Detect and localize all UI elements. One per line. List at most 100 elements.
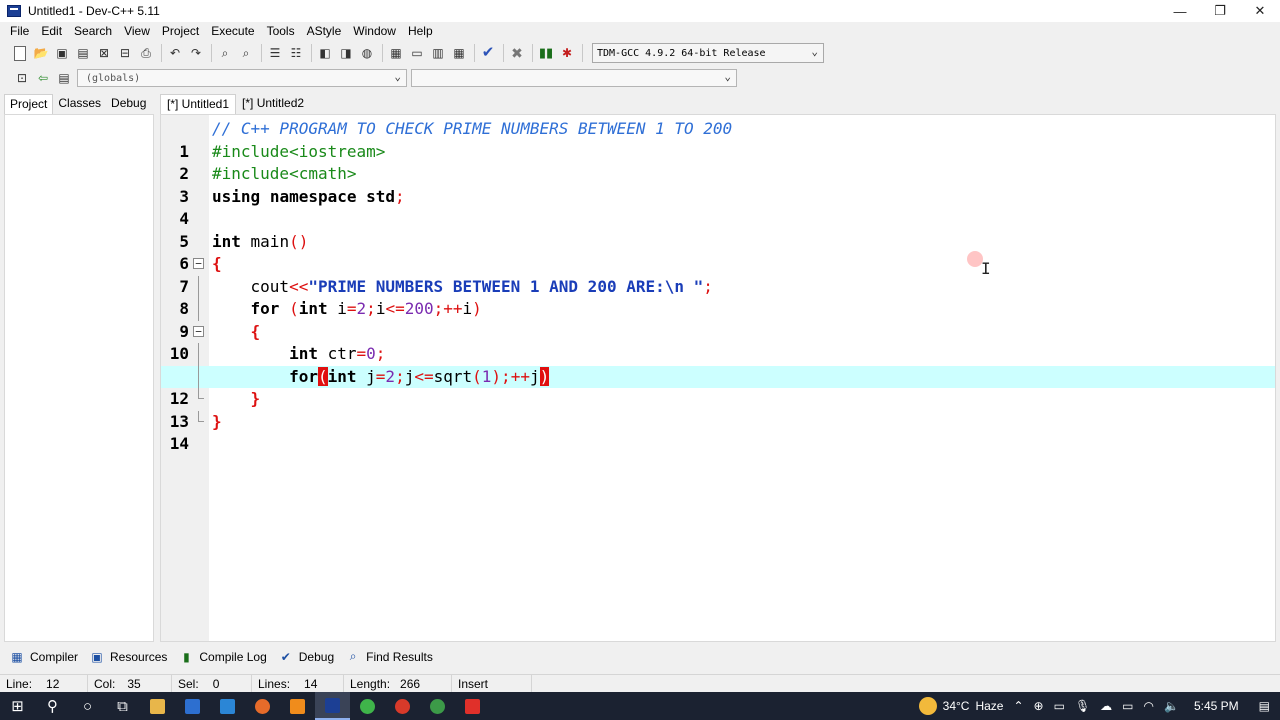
new-file-icon[interactable]	[12, 45, 28, 61]
menu-search[interactable]: Search	[68, 22, 118, 41]
cortana-icon[interactable]: ○	[70, 692, 105, 720]
tab-untitled2[interactable]: [*] Untitled2	[236, 94, 310, 114]
goto-definition-icon[interactable]: ⇦	[35, 70, 51, 86]
cloud-icon[interactable]: ☁	[1095, 699, 1117, 713]
code-line[interactable]: 10 − {	[161, 321, 1275, 364]
battery-icon[interactable]: ▭	[1117, 699, 1138, 713]
save-icon[interactable]: ▣	[54, 45, 70, 61]
pinned-app-icon[interactable]	[280, 692, 315, 720]
store-icon[interactable]	[175, 692, 210, 720]
tab-untitled1[interactable]: [*] Untitled1	[160, 94, 237, 114]
menu-tools[interactable]: Tools	[261, 22, 301, 41]
video-icon[interactable]: ▭	[1049, 699, 1070, 713]
code-line[interactable]: 8 cout<<"PRIME NUMBERS BETWEEN 1 AND 200…	[161, 275, 1275, 318]
code-line-current[interactable]: 12 for(int j=2;j<=sqrt(1);++j)	[161, 365, 1275, 408]
undo-icon[interactable]: ↶	[167, 45, 183, 61]
code-line[interactable]: 11 int ctr=0;	[161, 343, 1275, 386]
grid-icon[interactable]: ▦	[451, 45, 467, 61]
fold-collapse-icon[interactable]: −	[193, 258, 204, 269]
class-view-icon[interactable]: ▤	[56, 70, 72, 86]
restore-button[interactable]: ❐	[1200, 0, 1240, 22]
project-options-icon[interactable]: ▭	[409, 45, 425, 61]
minimize-button[interactable]: —	[1160, 0, 1200, 22]
debug-bug-icon[interactable]: ✱	[559, 45, 575, 61]
menu-window[interactable]: Window	[347, 22, 402, 41]
open-file-icon[interactable]: 📂	[33, 45, 49, 61]
stop-execution-icon[interactable]: ✖	[509, 45, 525, 61]
code-line[interactable]: 7 − {	[161, 253, 1275, 296]
code-symbol: ;	[395, 186, 405, 206]
close-file-icon[interactable]: ⊠	[96, 45, 112, 61]
code-line[interactable]: 14 }	[161, 410, 1275, 453]
find-icon[interactable]: ⌕	[217, 45, 233, 61]
mail-icon[interactable]	[210, 692, 245, 720]
fold-collapse-icon[interactable]: −	[193, 325, 204, 337]
indent-icon[interactable]: ☰	[267, 45, 283, 61]
clock[interactable]: 5:45 PM	[1184, 699, 1249, 713]
microphone-icon[interactable]: 🎙	[1070, 699, 1095, 713]
file-explorer-icon[interactable]	[140, 692, 175, 720]
video-app-icon[interactable]	[455, 692, 490, 720]
menu-edit[interactable]: Edit	[35, 22, 68, 41]
whatsapp-icon[interactable]	[350, 692, 385, 720]
chevron-up-icon[interactable]: ⌃	[1008, 699, 1028, 713]
code-line[interactable]: 6 int main()	[161, 231, 1275, 274]
volume-icon[interactable]: 🔈	[1159, 699, 1184, 713]
print-icon[interactable]: ⎙	[138, 45, 154, 61]
member-select[interactable]: ⌄	[411, 69, 737, 87]
menu-astyle[interactable]: AStyle	[301, 22, 348, 41]
task-view-icon[interactable]: ⧉	[105, 692, 140, 720]
red-app-icon[interactable]	[385, 692, 420, 720]
menu-help[interactable]: Help	[402, 22, 439, 41]
code-line[interactable]: 9 for (int i=2;i<=200;++i)	[161, 298, 1275, 341]
compiler-select[interactable]: TDM-GCC 4.9.2 64-bit Release ⌄	[592, 43, 824, 63]
tab-compile-log[interactable]: ▮ Compile Log	[173, 646, 272, 667]
chrome-icon[interactable]	[420, 692, 455, 720]
insert-icon[interactable]: ▥	[430, 45, 446, 61]
network-icon[interactable]: ⊕	[1029, 699, 1049, 713]
comment-icon[interactable]: ◍	[359, 45, 375, 61]
code-line[interactable]: 5	[161, 208, 1275, 251]
code-number: 2	[385, 366, 396, 386]
compile-icon[interactable]: ✔	[480, 45, 496, 61]
menu-file[interactable]: File	[4, 22, 35, 41]
redo-icon[interactable]: ↷	[188, 45, 204, 61]
scope-select[interactable]: (globals) ⌄	[77, 69, 407, 87]
code-line[interactable]: 1 // C++ PROGRAM TO CHECK PRIME NUMBERS …	[161, 118, 1275, 161]
wifi-icon[interactable]: ◠	[1139, 699, 1159, 713]
search-icon[interactable]: ⚲	[35, 692, 70, 720]
code-line[interactable]: 3 #include<cmath>	[161, 163, 1275, 206]
code-line[interactable]: 4 using namespace std;	[161, 186, 1275, 229]
profile-chart-icon[interactable]: ▮▮	[538, 45, 554, 61]
weather-widget[interactable]: 34°C Haze	[914, 697, 1009, 715]
toggle-bookmark-icon[interactable]: ◧	[317, 45, 333, 61]
tab-find-results[interactable]: ⌕ Find Results	[340, 646, 439, 667]
unindent-icon[interactable]: ☷	[288, 45, 304, 61]
tab-compiler[interactable]: ▦ Compiler	[4, 646, 84, 667]
save-all-icon[interactable]: ▤	[75, 45, 91, 61]
code-brace: {	[250, 321, 261, 341]
menu-project[interactable]: Project	[156, 22, 205, 41]
firefox-icon[interactable]	[245, 692, 280, 720]
devcpp-taskbar-icon[interactable]	[315, 692, 350, 720]
tab-classes[interactable]: Classes	[53, 94, 106, 114]
replace-icon[interactable]: ⌕	[238, 45, 254, 61]
tab-debug[interactable]: Debug	[106, 94, 151, 114]
goto-declaration-icon[interactable]: ⊡	[14, 70, 30, 86]
menu-view[interactable]: View	[118, 22, 156, 41]
windows-start-icon[interactable]: ⊞	[0, 692, 35, 720]
new-class-icon[interactable]: ▦	[388, 45, 404, 61]
tab-project[interactable]: Project	[4, 94, 54, 114]
tab-resources[interactable]: ▣ Resources	[84, 646, 173, 667]
code-identifier: j	[356, 366, 376, 386]
status-bar: Line: 12 Col: 35 Sel: 0 Lines: 14 Length…	[0, 674, 1280, 693]
menu-execute[interactable]: Execute	[205, 22, 260, 41]
close-button[interactable]: ✕	[1240, 0, 1280, 22]
code-line[interactable]: 13 }	[161, 388, 1275, 431]
code-editor[interactable]: 1 // C++ PROGRAM TO CHECK PRIME NUMBERS …	[160, 114, 1276, 642]
goto-bookmark-icon[interactable]: ◨	[338, 45, 354, 61]
code-line[interactable]: 2 #include<iostream>	[161, 141, 1275, 184]
tab-debug-bottom[interactable]: ✔ Debug	[273, 646, 340, 667]
close-all-icon[interactable]: ⊟	[117, 45, 133, 61]
notifications-icon[interactable]: ▤	[1249, 699, 1280, 713]
